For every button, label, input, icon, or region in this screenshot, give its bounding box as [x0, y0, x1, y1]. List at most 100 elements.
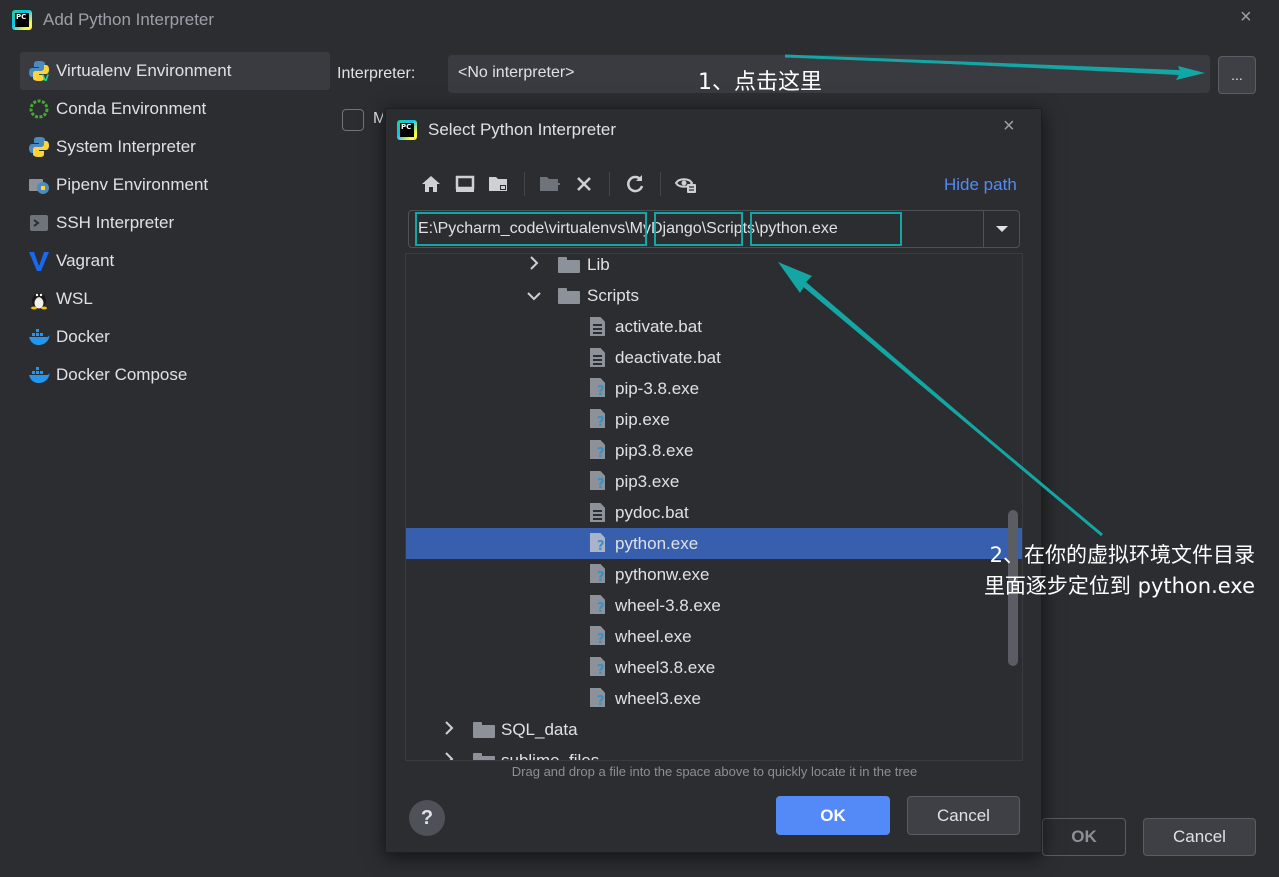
unknown-file-icon: ? — [590, 626, 605, 647]
hide-path-link[interactable]: Hide path — [944, 175, 1017, 195]
project-folder-icon[interactable] — [482, 169, 516, 199]
tree-item-label: Lib — [587, 254, 610, 274]
sidebar-item-label: Docker — [56, 327, 110, 346]
toolbar-divider — [660, 172, 661, 196]
sidebar-item-virtualenv[interactable]: V Virtualenv Environment — [20, 52, 330, 90]
new-folder-icon[interactable] — [533, 169, 567, 199]
tree-row[interactable]: sublime_files — [406, 745, 1022, 761]
chevron-down-icon[interactable] — [983, 211, 1020, 247]
text-file-icon — [590, 317, 605, 336]
outer-titlebar: PC Add Python Interpreter × — [0, 0, 1279, 40]
outer-dialog-title: Add Python Interpreter — [43, 10, 215, 29]
text-file-icon — [590, 348, 605, 367]
tree-item-label: python.exe — [615, 533, 699, 553]
interpreter-field[interactable]: <No interpreter> — [448, 55, 1210, 93]
tree-row[interactable]: ? wheel-3.8.exe — [406, 590, 1022, 621]
interpreter-label: Interpreter: — [337, 65, 416, 82]
docker-compose-icon — [28, 364, 50, 386]
tree-item-label: deactivate.bat — [615, 347, 721, 367]
unknown-file-icon: ? — [590, 440, 605, 461]
sidebar-item-vagrant[interactable]: Vagrant — [20, 242, 330, 280]
tree-item-label: pydoc.bat — [615, 502, 689, 522]
annotation-step2-line2: 里面逐步定位到 python.exe — [983, 574, 1255, 598]
tree-item-label: sublime_files — [501, 750, 600, 761]
toolbar-divider — [524, 172, 525, 196]
unknown-file-icon: ? — [590, 657, 605, 678]
python-virtualenv-icon: V — [28, 60, 50, 82]
tree-row[interactable]: ? wheel3.8.exe — [406, 652, 1022, 683]
tree-row[interactable]: ? wheel.exe — [406, 621, 1022, 652]
inner-ok-button[interactable]: OK — [776, 796, 890, 835]
tree-row-selected[interactable]: ? python.exe — [406, 528, 1022, 559]
unknown-file-icon: ? — [590, 688, 605, 709]
sidebar-item-conda[interactable]: Conda Environment — [20, 90, 330, 128]
tree-row[interactable]: ? pip3.8.exe — [406, 435, 1022, 466]
chevron-right-icon[interactable] — [529, 256, 539, 273]
unknown-file-icon: ? — [590, 471, 605, 492]
vagrant-icon — [28, 250, 50, 272]
tree-item-label: activate.bat — [615, 316, 702, 336]
tree-item-label: wheel-3.8.exe — [615, 595, 721, 615]
path-input[interactable]: E:\Pycharm_code\virtualenvs\MyDjango\Scr… — [408, 210, 1020, 248]
sidebar-item-docker[interactable]: Docker — [20, 318, 330, 356]
path-highlight-box — [415, 212, 647, 246]
sidebar-item-ssh[interactable]: SSH Interpreter — [20, 204, 330, 242]
folder-icon — [473, 753, 495, 760]
sidebar-item-label: WSL — [56, 289, 93, 308]
unknown-file-icon: ? — [590, 595, 605, 616]
inner-cancel-button[interactable]: Cancel — [907, 796, 1020, 835]
outer-checkbox[interactable] — [342, 109, 364, 131]
tree-row[interactable]: ? wheel3.exe — [406, 683, 1022, 714]
outer-cancel-button[interactable]: Cancel — [1143, 818, 1256, 856]
linux-penguin-icon — [28, 288, 50, 310]
sidebar-item-system[interactable]: System Interpreter — [20, 128, 330, 166]
annotation-step2: 2、在你的虚拟环境文件目录 里面逐步定位到 python.exe — [955, 540, 1255, 602]
chevron-right-icon[interactable] — [444, 752, 454, 760]
pipenv-icon — [28, 174, 50, 196]
annotation-step1: 1、点击这里 — [698, 70, 822, 95]
tree-item-label: pip.exe — [615, 409, 670, 429]
tree-row[interactable]: pydoc.bat — [406, 497, 1022, 528]
folder-icon — [473, 722, 495, 738]
chevron-down-icon[interactable] — [527, 288, 541, 304]
conda-icon — [28, 98, 50, 120]
tree-item-label: pip3.exe — [615, 471, 680, 491]
tree-row[interactable]: ? pythonw.exe — [406, 559, 1022, 590]
tree-row[interactable]: ? pip-3.8.exe — [406, 373, 1022, 404]
tree-row[interactable]: SQL_data — [406, 714, 1022, 745]
tree-row[interactable]: ? pip.exe — [406, 404, 1022, 435]
tree-row[interactable]: activate.bat — [406, 311, 1022, 342]
docker-icon — [28, 326, 50, 348]
outer-close-icon[interactable]: × — [1240, 6, 1252, 29]
tree-row[interactable]: deactivate.bat — [406, 342, 1022, 373]
sidebar-item-wsl[interactable]: WSL — [20, 280, 330, 318]
tree-item-label: wheel3.exe — [615, 688, 702, 708]
sidebar-item-label: Conda Environment — [56, 99, 207, 118]
desktop-icon[interactable] — [448, 169, 482, 199]
sidebar-item-label: Pipenv Environment — [56, 175, 209, 194]
sidebar-item-docker-compose[interactable]: Docker Compose — [20, 356, 330, 394]
delete-icon[interactable] — [567, 169, 601, 199]
tree-row[interactable]: ? pip3.exe — [406, 466, 1022, 497]
file-tree[interactable]: Lib Scripts activate.bat deactivate.bat … — [405, 253, 1023, 761]
browse-button[interactable]: ... — [1218, 56, 1256, 94]
show-hidden-files-icon[interactable] — [669, 169, 703, 199]
help-button[interactable]: ? — [409, 800, 445, 836]
tree-item-label: SQL_data — [501, 719, 578, 739]
python-icon — [28, 136, 50, 158]
inner-close-icon[interactable]: × — [1003, 115, 1015, 138]
tree-row[interactable]: Scripts — [406, 280, 1022, 311]
outer-ok-button[interactable]: OK — [1042, 818, 1126, 856]
pycharm-logo-icon: PC — [397, 120, 417, 140]
refresh-icon[interactable] — [618, 169, 652, 199]
chevron-right-icon[interactable] — [444, 721, 454, 738]
unknown-file-icon: ? — [590, 533, 605, 554]
folder-icon — [558, 288, 580, 304]
sidebar-item-pipenv[interactable]: Pipenv Environment — [20, 166, 330, 204]
ssh-icon — [28, 212, 50, 234]
outer-checkbox-label: M — [373, 110, 383, 127]
interpreter-type-sidebar: V Virtualenv Environment Conda Environme… — [20, 52, 330, 394]
tree-item-label: pythonw.exe — [615, 564, 710, 584]
tree-row[interactable]: Lib — [406, 254, 1022, 280]
home-icon[interactable] — [414, 169, 448, 199]
